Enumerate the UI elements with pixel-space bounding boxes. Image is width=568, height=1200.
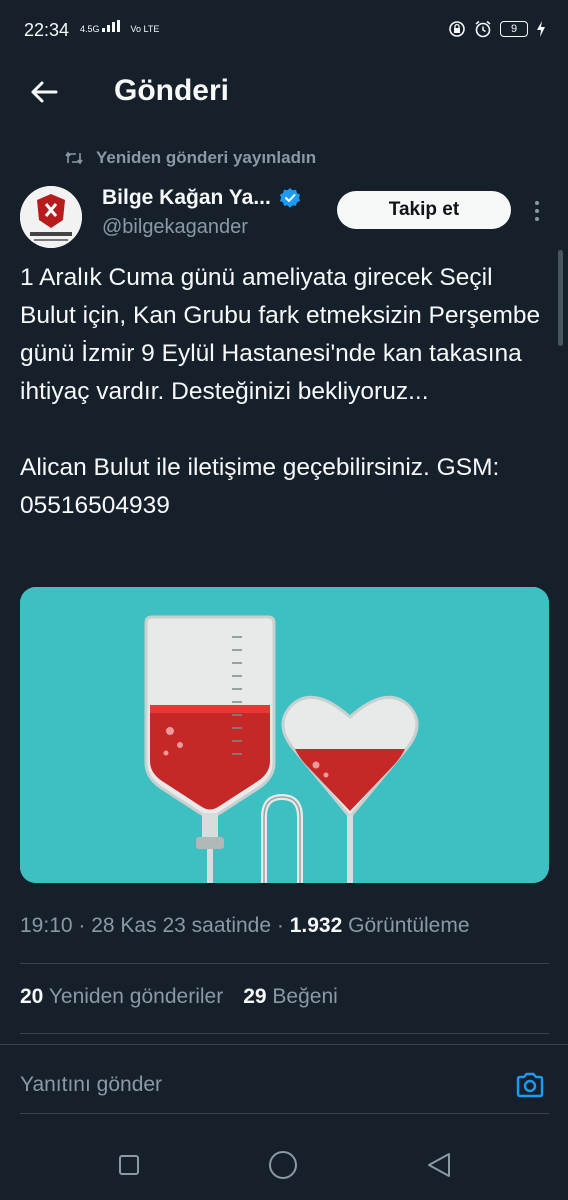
camera-icon[interactable]: [514, 1069, 546, 1101]
repost-icon: [65, 151, 83, 165]
reply-input[interactable]: Yanıtını gönder: [20, 1073, 162, 1097]
post-image[interactable]: [20, 587, 549, 883]
likes-label: Beğeni: [272, 985, 338, 1008]
reposts-count: 20: [20, 985, 44, 1008]
signal-label: 4.5G: [80, 24, 100, 34]
author-handle[interactable]: @bilgekagander: [102, 216, 248, 239]
scrollbar-thumb[interactable]: [558, 250, 563, 346]
follow-button[interactable]: Takip et: [337, 191, 511, 229]
post-text: 1 Aralık Cuma günü ameliyata girecek Seç…: [20, 264, 541, 519]
back-nav-button[interactable]: [422, 1148, 456, 1182]
signal-bars-icon: [102, 20, 121, 32]
battery-indicator: 9: [500, 21, 528, 37]
avatar-logo-icon: [20, 186, 82, 248]
home-button[interactable]: [266, 1148, 300, 1182]
more-dot-icon: [535, 217, 539, 221]
page-title: Gönderi: [114, 74, 230, 107]
views-label: Görüntüleme: [348, 914, 470, 937]
status-time: 22:34: [24, 20, 70, 40]
repost-label: Yeniden gönderi yayınladın: [96, 148, 317, 167]
post-time: 19:10: [20, 914, 73, 937]
alarm-icon: [475, 20, 491, 38]
square-icon: [119, 1155, 139, 1175]
blood-donation-illustration: [20, 587, 549, 883]
author-name-text: Bilge Kağan Ya...: [102, 186, 271, 209]
app-header: Gönderi: [0, 60, 568, 124]
reposts-label: Yeniden gönderiler: [48, 985, 224, 1008]
status-bar: 22:34 4.5G Vo LTE 9: [0, 0, 568, 60]
signal-indicator: 4.5G Vo LTE: [80, 20, 159, 34]
circle-icon: [269, 1151, 297, 1179]
reply-composer: Yanıtını gönder: [0, 1044, 568, 1131]
network-label: Vo LTE: [130, 24, 160, 34]
repost-indicator: Yeniden gönderi yayınladın: [64, 148, 316, 168]
avatar[interactable]: [20, 186, 82, 248]
arrow-left-icon: [31, 81, 58, 103]
triangle-back-icon: [428, 1153, 450, 1177]
likes-count: 29: [243, 985, 267, 1008]
back-button[interactable]: [24, 72, 64, 112]
divider: [20, 1033, 549, 1034]
divider: [20, 963, 549, 964]
author-name[interactable]: Bilge Kağan Ya...: [102, 186, 301, 210]
more-dot-icon: [535, 209, 539, 213]
more-dot-icon: [535, 201, 539, 205]
charging-icon: [537, 21, 545, 37]
recents-button[interactable]: [112, 1148, 146, 1182]
post-meta: 19:10 · 28 Kas 23 saatinde · 1.932 Görün…: [20, 914, 470, 937]
views-count: 1.932: [289, 914, 343, 937]
system-navbar: [0, 1132, 568, 1200]
post-stats: 20 Yeniden gönderiler 29 Beğeni: [20, 985, 338, 1009]
likes-stat[interactable]: 29 Beğeni: [243, 985, 338, 1009]
verified-badge-icon: [279, 188, 300, 208]
reposts-stat[interactable]: 20 Yeniden gönderiler: [20, 985, 223, 1009]
divider: [20, 1113, 549, 1114]
lock-rotation-icon: [449, 21, 465, 37]
status-right: 9: [448, 20, 546, 38]
post-date: 28 Kas 23 saatinde: [91, 914, 272, 937]
more-options-button[interactable]: [527, 195, 547, 227]
